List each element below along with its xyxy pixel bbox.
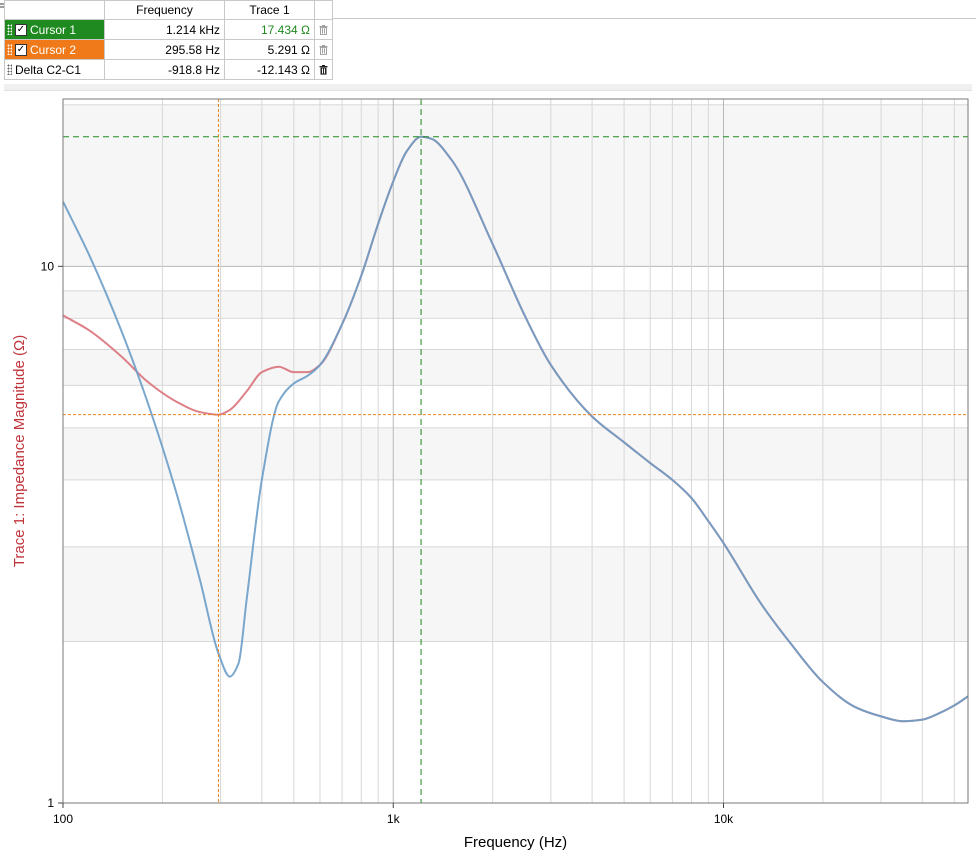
grid-band xyxy=(63,546,968,642)
plot-bands xyxy=(63,104,968,642)
grid-band xyxy=(63,349,968,386)
x-axis-label: Frequency (Hz) xyxy=(464,834,567,851)
grid-band xyxy=(63,427,968,480)
y-axis-ticks: 1 10 xyxy=(41,259,63,810)
y-tick-label: 10 xyxy=(41,259,55,273)
impedance-chart[interactable]: 100 1k 10k 1 10 Frequency (Hz) Trace 1: Imp… xyxy=(0,0,976,861)
grid-band xyxy=(63,104,968,267)
x-tick-label: 1k xyxy=(387,812,401,826)
x-tick-label: 10k xyxy=(714,812,734,826)
y-axis-label: Trace 1: Impedance Magnitude (Ω) xyxy=(11,335,28,567)
x-tick-label: 100 xyxy=(53,812,73,826)
y-tick-label: 1 xyxy=(47,796,54,810)
x-axis-ticks: 100 1k 10k xyxy=(53,803,734,826)
